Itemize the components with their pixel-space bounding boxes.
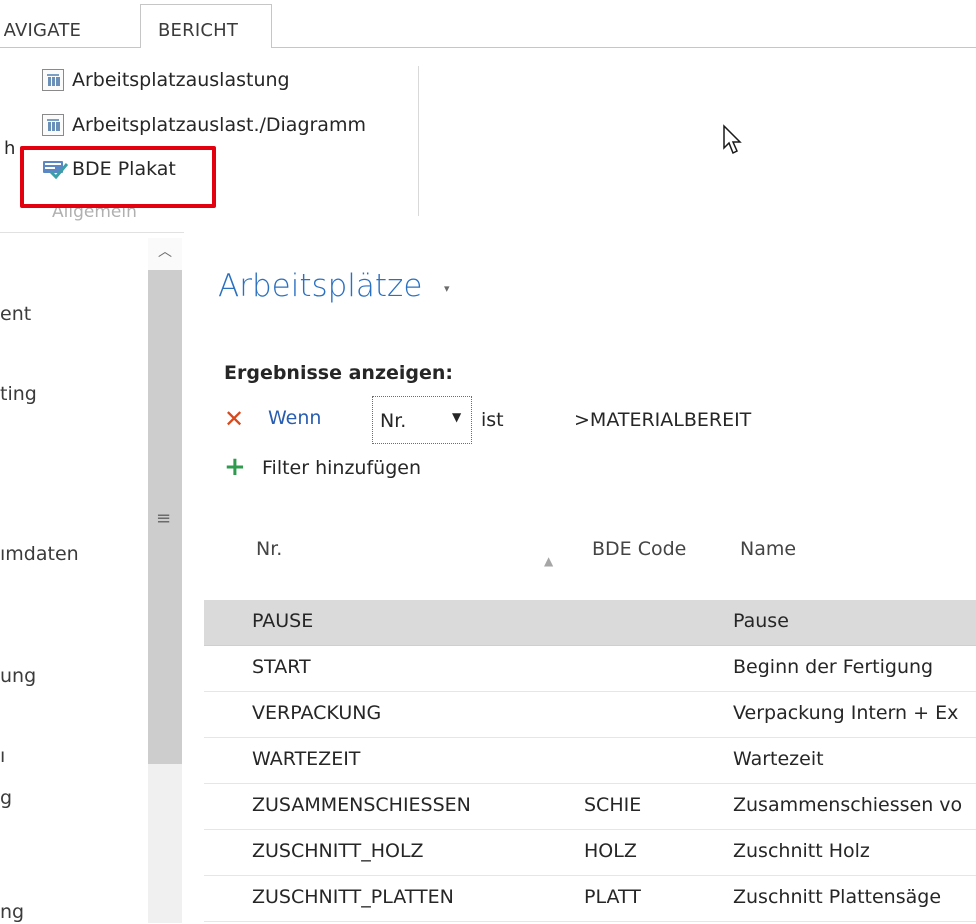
table-row[interactable]: ZUSAMMENSCHIESSEN SCHIE Zusammenschiesse… — [204, 784, 976, 830]
nav-item[interactable]: ting — [0, 383, 37, 405]
cell-nr: ZUSCHNITT_HOLZ — [252, 840, 424, 862]
column-header-name[interactable]: Name — [740, 538, 796, 560]
cell-bde-code: HOLZ — [584, 840, 637, 862]
add-filter-link[interactable]: Filter hinzufügen — [262, 457, 421, 479]
filter-field-value: Nr. — [380, 410, 407, 432]
table-row[interactable]: PAUSE Pause — [204, 600, 976, 646]
ribbon-item-arbeitsplatzauslastung[interactable]: Arbeitsplatzauslastung — [42, 66, 290, 94]
chevron-down-icon[interactable]: ▾ — [444, 282, 450, 295]
nav-item[interactable]: ent — [0, 303, 31, 325]
column-header-nr[interactable]: Nr. — [256, 538, 282, 560]
cell-bde-code: SCHIE — [584, 794, 642, 816]
ribbon-item-label: Arbeitsplatzauslast./Diagramm — [72, 114, 366, 136]
nav-item[interactable]: ımdaten — [0, 543, 79, 565]
plus-icon[interactable]: + — [224, 454, 246, 480]
page-title[interactable]: Arbeitsplätze — [218, 268, 422, 304]
nav-item[interactable]: ı — [0, 745, 5, 767]
filter-when-label[interactable]: Wenn — [268, 407, 321, 429]
table-row[interactable]: WARTEZEIT Wartezeit — [204, 738, 976, 784]
cell-nr: START — [252, 656, 311, 678]
dropdown-arrow-icon[interactable]: ▼ — [452, 410, 461, 424]
table-row[interactable]: START Beginn der Fertigung — [204, 646, 976, 692]
nav-item[interactable]: ng — [0, 901, 24, 923]
filter-value[interactable]: >MATERIALBEREIT — [574, 409, 751, 431]
tab-bericht[interactable]: BERICHT — [158, 20, 238, 41]
mouse-cursor-icon — [723, 124, 742, 155]
nav-item[interactable]: ung — [0, 665, 36, 687]
cell-name: Zuschnitt Plattensäge — [733, 886, 942, 908]
close-icon[interactable]: ✕ — [224, 406, 244, 432]
cell-nr: PAUSE — [252, 610, 314, 632]
column-header-bde-code[interactable]: BDE Code — [592, 538, 686, 560]
filter-operator: ist — [481, 409, 504, 431]
cell-nr: ZUSAMMENSCHIESSEN — [252, 794, 471, 816]
ribbon-partial-label: h — [4, 138, 16, 159]
cell-nr: ZUSCHNITT_PLATTEN — [252, 886, 454, 908]
highlight-annotation-box — [20, 146, 216, 208]
sort-ascending-icon: ▲ — [544, 554, 554, 568]
grip-icon: ≡ — [156, 508, 172, 529]
cell-bde-code: PLATT — [584, 886, 641, 908]
ribbon-group-divider — [418, 66, 419, 216]
filter-heading: Ergebnisse anzeigen: — [224, 362, 454, 384]
ribbon-tab-bar: NAVIGATE BERICHT — [0, 0, 976, 48]
table-row[interactable]: VERPACKUNG Verpackung Intern + Ex — [204, 692, 976, 738]
table-row[interactable]: ZUSCHNITT_HOLZ HOLZ Zuschnitt Holz — [204, 830, 976, 876]
table-row[interactable]: ZUSCHNITT_PLATTEN PLATT Zuschnitt Platte… — [204, 876, 976, 922]
report-icon — [42, 69, 64, 91]
cell-name: Wartezeit — [733, 748, 824, 770]
cell-name: Beginn der Fertigung — [733, 656, 934, 678]
cell-name: Verpackung Intern + Ex — [733, 702, 959, 724]
cell-nr: WARTEZEIT — [252, 748, 361, 770]
ribbon-item-label: Arbeitsplatzauslastung — [72, 69, 290, 91]
report-chart-icon — [42, 114, 64, 136]
ribbon-item-arbeitsplatzauslast-diagramm[interactable]: Arbeitsplatzauslast./Diagramm — [42, 111, 366, 139]
cell-name: Zuschnitt Holz — [733, 840, 870, 862]
cell-name: Zusammenschiessen vo — [733, 794, 963, 816]
cell-nr: VERPACKUNG — [252, 702, 382, 724]
tab-navigate[interactable]: NAVIGATE — [4, 20, 81, 41]
cell-name: Pause — [733, 610, 789, 632]
scroll-up-icon[interactable]: ︿ — [148, 238, 182, 270]
nav-item[interactable]: g — [0, 787, 12, 809]
